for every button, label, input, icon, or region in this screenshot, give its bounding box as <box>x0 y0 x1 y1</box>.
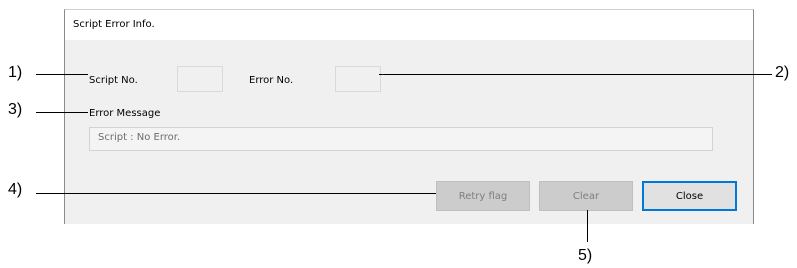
title-bar: Script Error Info. <box>65 10 753 40</box>
close-button[interactable]: Close <box>642 181 737 211</box>
dialog-title: Script Error Info. <box>73 19 155 30</box>
callout-1: 1) <box>8 64 23 81</box>
error-message-label: Error Message <box>89 108 161 119</box>
callout-2-leader <box>379 74 772 75</box>
error-message-field: Script : No Error. <box>89 127 713 151</box>
retry-flag-button[interactable]: Retry flag <box>436 181 530 211</box>
callout-5: 5) <box>578 247 593 264</box>
callout-5-leader <box>587 210 588 242</box>
error-no-field <box>335 66 381 92</box>
clear-button[interactable]: Clear <box>539 181 633 211</box>
error-no-label: Error No. <box>249 75 294 86</box>
callout-3-leader <box>36 112 88 113</box>
callout-1-leader <box>36 74 88 75</box>
callout-4: 4) <box>8 181 23 198</box>
script-error-info-dialog: Script Error Info. Script No. Error No. … <box>64 9 754 224</box>
callout-3: 3) <box>8 101 23 118</box>
callout-4-leader <box>36 193 436 194</box>
callout-2: 2) <box>775 64 790 81</box>
script-no-label: Script No. <box>89 75 138 86</box>
script-no-field <box>177 66 223 92</box>
